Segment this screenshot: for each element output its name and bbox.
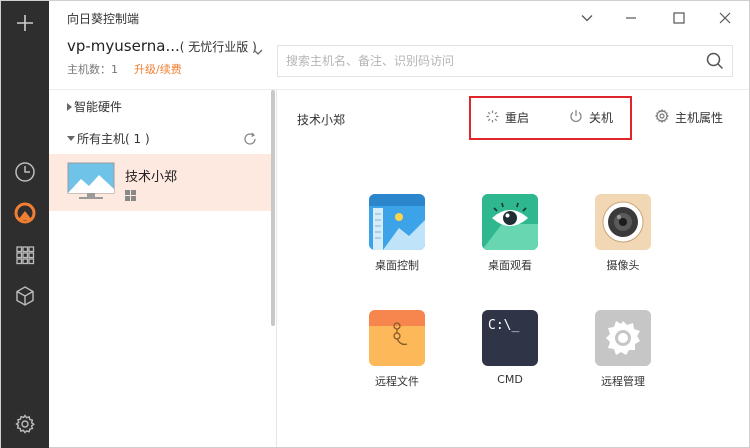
- shutdown-label: 关机: [589, 111, 614, 125]
- refresh-icon[interactable]: [243, 131, 257, 150]
- tile-remote-files[interactable]: 远程文件: [352, 310, 442, 389]
- search-box: [277, 45, 733, 77]
- add-icon[interactable]: [1, 5, 49, 41]
- camera-icon: [595, 194, 651, 250]
- left-rail: [1, 1, 49, 448]
- remote-files-icon: [369, 310, 425, 366]
- host-list-item[interactable]: 技术小郑: [49, 154, 271, 211]
- tile-desktop-control[interactable]: 桌面控制: [352, 194, 442, 273]
- remote-manage-icon: [595, 310, 651, 366]
- apps-grid-icon[interactable]: [1, 237, 49, 273]
- tree-all-hosts[interactable]: 所有主机( 1 ): [67, 130, 150, 147]
- tile-desktop-view[interactable]: 桌面观看: [465, 194, 555, 273]
- app-window: 向日葵控制端 vp-myuserna...( 无忧行业版 ) 主机数：1 升级/…: [0, 0, 750, 448]
- tree-smart-hardware[interactable]: 智能硬件: [67, 98, 122, 115]
- close-icon[interactable]: [713, 7, 737, 29]
- tile-remote-manage-label: 远程管理: [601, 375, 645, 388]
- power-icon: [569, 109, 583, 126]
- search-input[interactable]: [286, 46, 696, 76]
- monitor-thumbnail-icon: [67, 162, 115, 206]
- tile-camera[interactable]: 摄像头: [578, 194, 668, 273]
- account-edition: ( 无忧行业版 ): [179, 40, 257, 54]
- remote-hosts-icon[interactable]: [1, 195, 49, 231]
- tree-all-hosts-label: 所有主机( 1 ): [77, 132, 150, 146]
- tile-cmd-label: CMD: [497, 373, 523, 386]
- maximize-icon[interactable]: [667, 7, 691, 29]
- header-divider: [49, 89, 749, 90]
- cube-icon[interactable]: [1, 278, 49, 314]
- tile-desktop-control-label: 桌面控制: [375, 259, 419, 272]
- desktop-view-icon: [482, 194, 538, 250]
- collapse-arrow-icon: [67, 136, 75, 141]
- cmd-icon: C:\_: [482, 310, 538, 366]
- minimize-icon[interactable]: [619, 7, 643, 29]
- tile-remote-files-label: 远程文件: [375, 375, 419, 388]
- shutdown-button[interactable]: 关机: [569, 109, 613, 126]
- tree-smart-hardware-label: 智能硬件: [74, 100, 123, 114]
- history-icon[interactable]: [1, 154, 49, 190]
- tile-remote-manage[interactable]: 远程管理: [578, 310, 668, 389]
- host-properties-button[interactable]: 主机属性: [654, 108, 724, 126]
- restart-button[interactable]: 重启: [486, 109, 529, 126]
- expand-arrow-icon: [67, 102, 72, 111]
- tile-camera-label: 摄像头: [606, 259, 640, 272]
- host-count: 主机数：1: [67, 63, 118, 76]
- host-list-scrollbar[interactable]: [271, 90, 275, 326]
- host-name: 技术小郑: [125, 170, 178, 185]
- tile-desktop-view-label: 桌面观看: [488, 259, 532, 272]
- restart-spinner-icon: [486, 110, 499, 126]
- account-username: vp-myuserna...: [67, 37, 180, 55]
- tile-cmd[interactable]: C:\_ CMD: [465, 310, 555, 386]
- properties-gear-icon: [654, 108, 670, 126]
- upgrade-link[interactable]: 升级/续费: [134, 61, 182, 77]
- search-icon[interactable]: [706, 52, 724, 74]
- restart-label: 重启: [505, 111, 530, 125]
- selected-host-title: 技术小郑: [297, 113, 346, 127]
- title-bar: 向日葵控制端: [49, 1, 749, 33]
- properties-label: 主机属性: [675, 111, 724, 125]
- windows-icon: [125, 186, 136, 205]
- account-menu-chevron-icon[interactable]: [253, 41, 263, 60]
- desktop-control-icon: [369, 194, 425, 250]
- app-title: 向日葵控制端: [67, 12, 140, 26]
- settings-gear-icon[interactable]: [1, 406, 49, 442]
- collapse-chevron-icon[interactable]: [575, 7, 599, 29]
- panel-divider: [276, 90, 277, 447]
- account-name[interactable]: vp-myuserna...( 无忧行业版 ): [67, 37, 257, 55]
- cmd-glyph: C:\_: [488, 318, 520, 333]
